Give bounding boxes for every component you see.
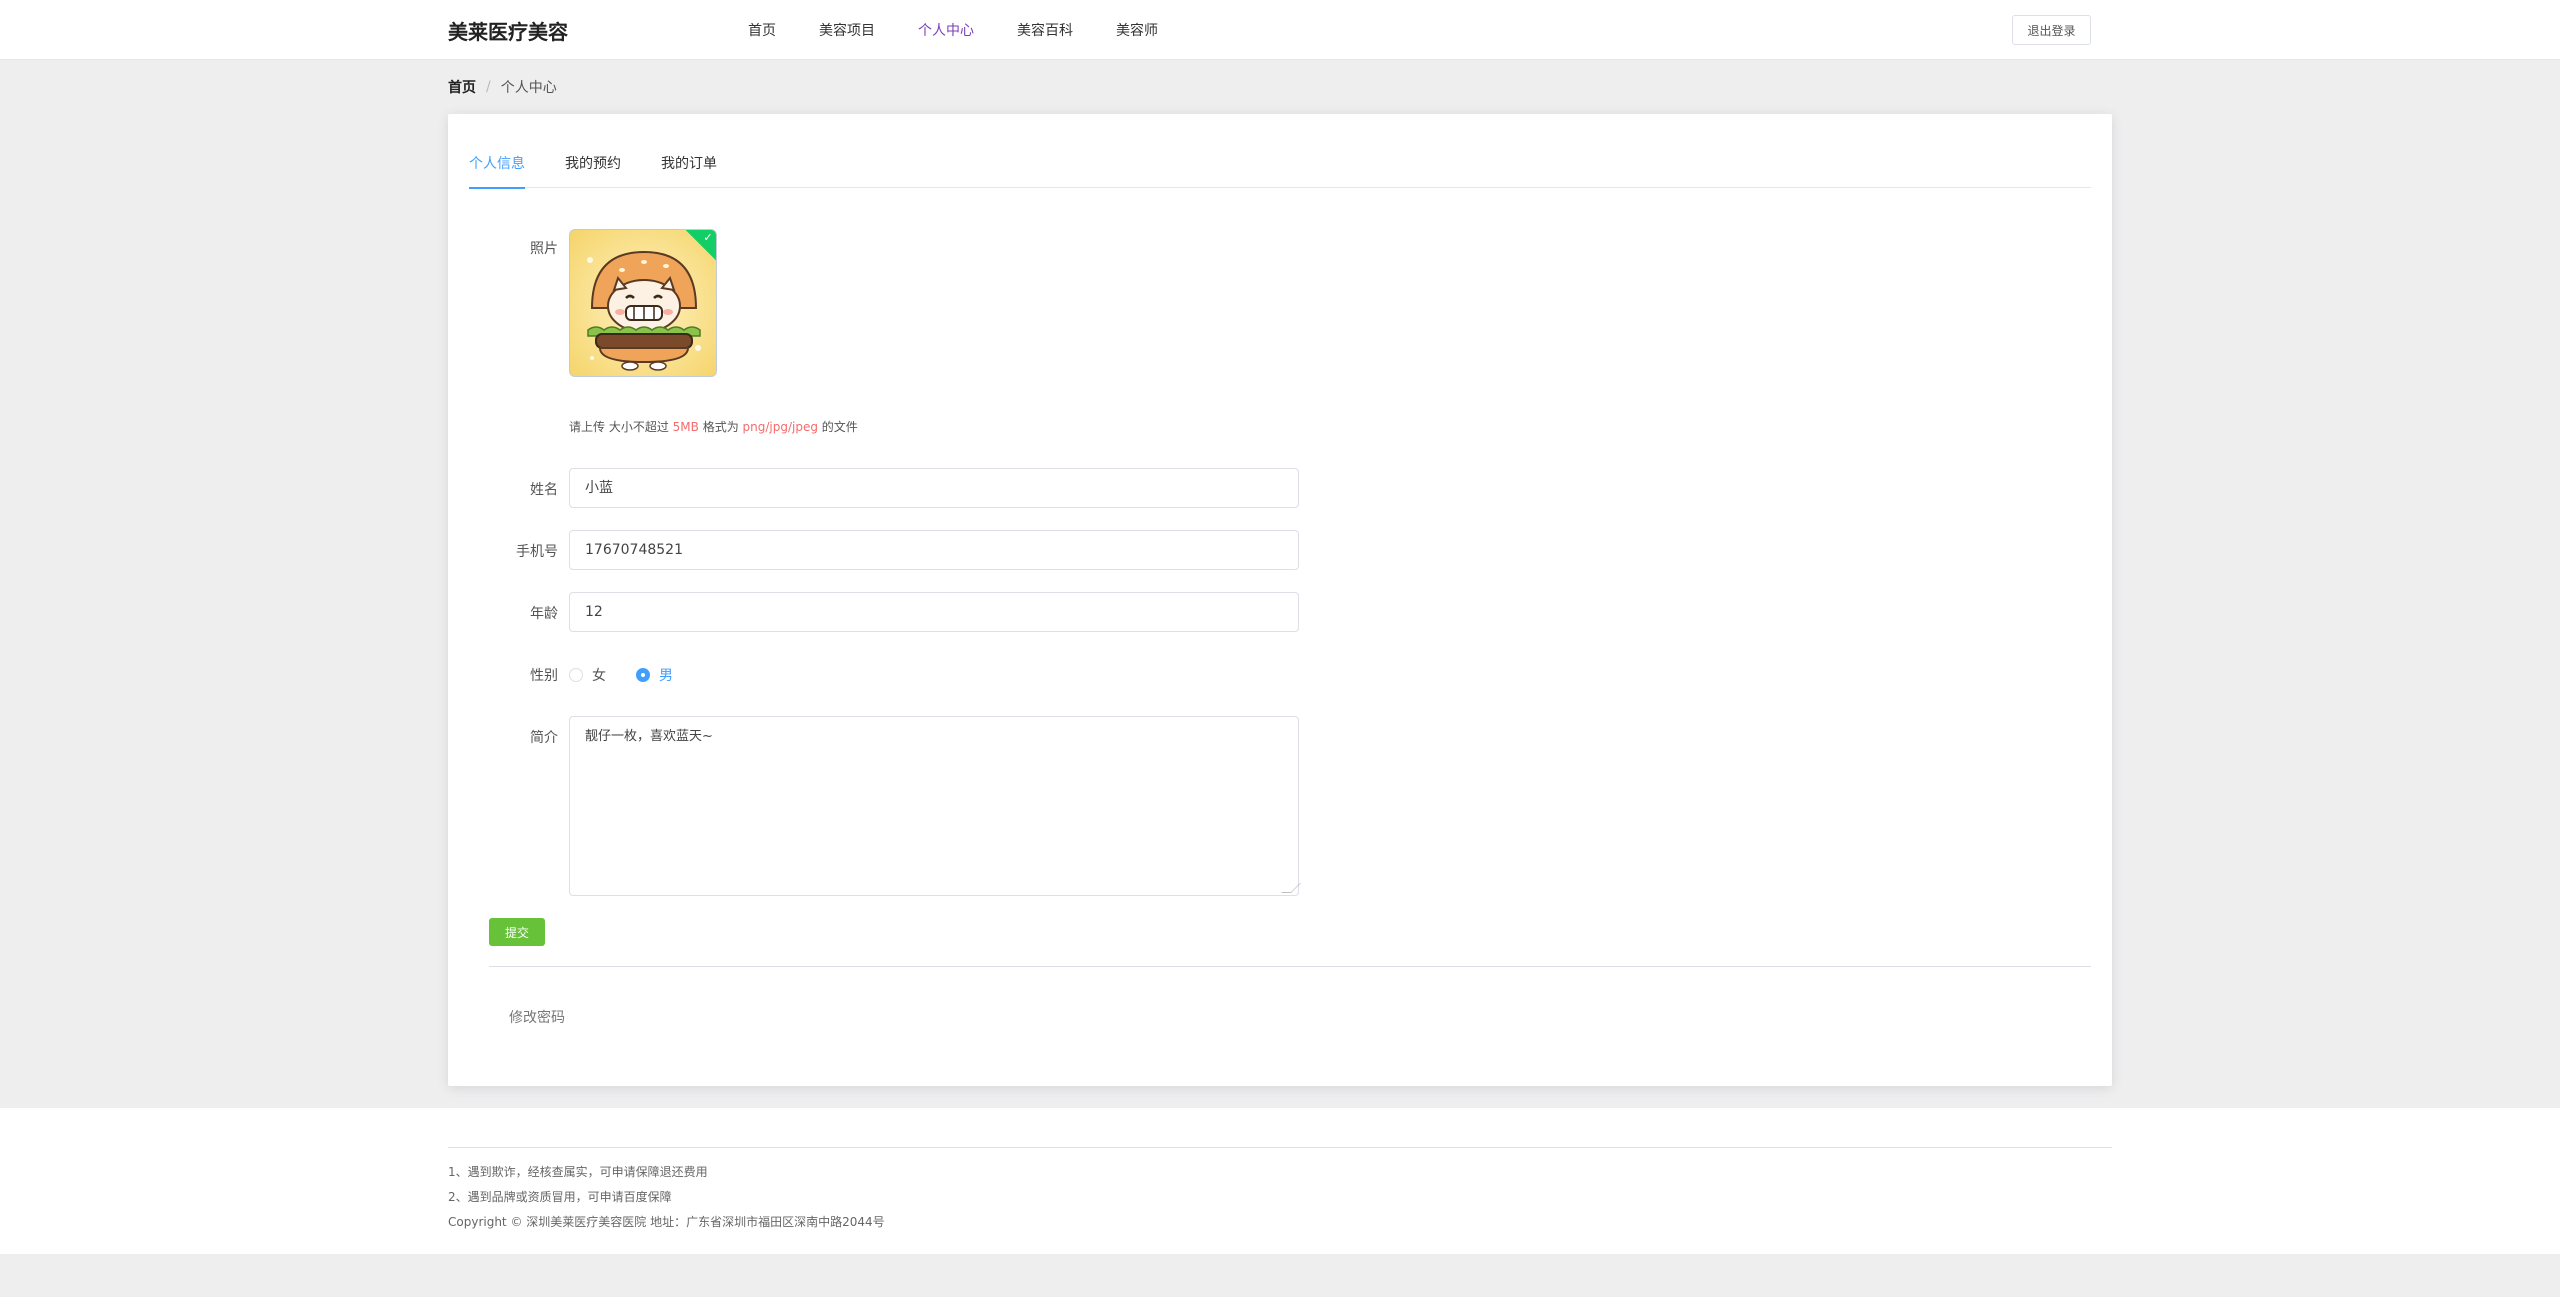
footer-note-1: 1、遇到欺诈，经核查属实，可申请保障退还费用 xyxy=(448,1165,708,1179)
breadcrumb-separator: / xyxy=(486,79,491,95)
footer-divider xyxy=(448,1147,2112,1148)
nav-item-personal-center[interactable]: 个人中心 xyxy=(918,20,974,40)
profile-card: 个人信息 我的预约 我的订单 照片 ✓ 请上传 大小不超过 5MB 格式为 pn… xyxy=(448,114,2112,1086)
intro-textarea[interactable]: 靓仔一枚，喜欢蓝天~ xyxy=(569,716,1301,896)
tab-personal-info[interactable]: 个人信息 xyxy=(469,144,525,189)
gender-radio-group: 女 男 xyxy=(569,665,703,685)
gender-radio-male[interactable]: 男 xyxy=(636,665,673,685)
upload-tip-text-2: 格式为 xyxy=(698,420,743,434)
gender-label: 性别 xyxy=(530,668,558,684)
section-divider xyxy=(489,966,2091,967)
intro-text: 靓仔一枚，喜欢蓝天~ xyxy=(585,729,713,744)
tab-my-appointments[interactable]: 我的预约 xyxy=(565,144,621,188)
main-nav: 首页 美容项目 个人中心 美容百科 美容师 xyxy=(748,0,1201,60)
resize-handle-icon[interactable] xyxy=(1281,883,1301,893)
top-header: 美莱医疗美容 首页 美容项目 个人中心 美容百科 美容师 退出登录 xyxy=(0,0,2560,60)
breadcrumb: 首页 / 个人中心 xyxy=(448,77,557,97)
check-icon: ✓ xyxy=(703,230,713,244)
avatar-uploader[interactable]: ✓ xyxy=(569,229,717,377)
gender-option-male-label: 男 xyxy=(659,668,673,684)
upload-tip-text-3: 的文件 xyxy=(817,420,858,434)
photo-label: 照片 xyxy=(530,241,558,257)
profile-tabs: 个人信息 我的预约 我的订单 xyxy=(469,144,2091,189)
phone-label: 手机号 xyxy=(516,544,558,560)
breadcrumb-current: 个人中心 xyxy=(500,80,557,96)
nav-item-beauticians[interactable]: 美容师 xyxy=(1116,20,1158,40)
intro-label: 简介 xyxy=(530,730,558,746)
gender-radio-female[interactable]: 女 xyxy=(569,665,606,685)
upload-tip-text-1: 请上传 大小不超过 xyxy=(569,420,673,434)
nav-item-home[interactable]: 首页 xyxy=(748,20,776,40)
page-footer: 1、遇到欺诈，经核查属实，可申请保障退还费用 2、遇到品牌或资质冒用，可申请百度… xyxy=(0,1108,2560,1254)
tab-my-orders[interactable]: 我的订单 xyxy=(661,144,717,188)
site-logo-text[interactable]: 美莱医疗美容 xyxy=(448,16,568,45)
breadcrumb-home[interactable]: 首页 xyxy=(448,77,476,97)
gender-option-female-label: 女 xyxy=(592,668,606,684)
logout-button[interactable]: 退出登录 xyxy=(2012,15,2091,45)
submit-button[interactable]: 提交 xyxy=(489,918,545,946)
radio-circle-icon xyxy=(569,668,583,682)
age-input[interactable]: 12 xyxy=(569,592,1299,632)
nav-item-beauty-encyclopedia[interactable]: 美容百科 xyxy=(1017,20,1073,40)
phone-input[interactable]: 17670748521 xyxy=(569,530,1299,570)
change-password-link[interactable]: 修改密码 xyxy=(509,1007,565,1027)
footer-copyright: Copyright © 深圳美莱医疗美容医院 地址：广东省深圳市福田区深南中路2… xyxy=(448,1215,885,1229)
upload-tip: 请上传 大小不超过 5MB 格式为 png/jpg/jpeg 的文件 xyxy=(569,418,858,435)
radio-checked-icon xyxy=(636,668,650,682)
name-input[interactable]: 小蓝 xyxy=(569,468,1299,508)
nav-item-beauty-projects[interactable]: 美容项目 xyxy=(819,20,875,40)
footer-note-2: 2、遇到品牌或资质冒用，可申请百度保障 xyxy=(448,1190,672,1204)
upload-tip-size: 5MB xyxy=(672,420,699,434)
name-label: 姓名 xyxy=(530,482,558,498)
upload-tip-formats: png/jpg/jpeg xyxy=(742,420,818,434)
age-label: 年龄 xyxy=(530,606,558,622)
burger-cat-avatar-icon xyxy=(570,230,716,376)
